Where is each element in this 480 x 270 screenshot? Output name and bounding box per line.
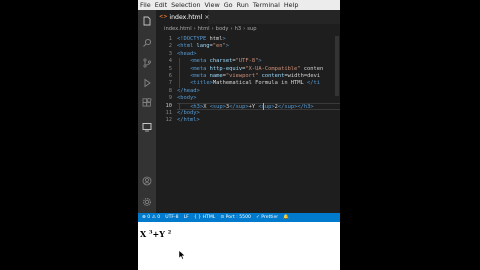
indent-guide — [179, 58, 180, 88]
code-line[interactable]: </head> — [177, 88, 200, 95]
tab-index-html[interactable]: <> index.html × — [156, 10, 209, 24]
status-language[interactable]: { } HTML — [194, 215, 216, 220]
menu-selection[interactable]: Selection — [171, 0, 200, 10]
tab-bar: <> index.html × — [156, 10, 340, 24]
breadcrumb: index.html › html › body › h3 › sup — [156, 24, 340, 34]
breadcrumb-sup[interactable]: sup — [247, 26, 256, 32]
line-number: 10 — [165, 102, 173, 109]
code-area[interactable]: <!DOCTYPE html> <html lang="en"> <head> <me… — [177, 34, 340, 213]
status-encoding[interactable]: UTF-8 — [165, 215, 178, 220]
settings-gear-icon[interactable] — [142, 197, 152, 207]
breadcrumb-separator: › — [211, 26, 214, 32]
breadcrumb-separator: › — [230, 26, 233, 32]
text-cursor — [263, 102, 264, 110]
code-line[interactable]: <title>Mathematical Formula in HTML </ti — [177, 80, 320, 87]
status-eol[interactable]: LF — [184, 215, 189, 220]
breadcrumb-body[interactable]: body — [216, 26, 229, 32]
line-number: 11 — [165, 110, 173, 116]
menu-file[interactable]: File — [140, 0, 151, 10]
menu-bar: File Edit Selection View Go Run Terminal… — [138, 0, 340, 10]
breadcrumb-separator: › — [243, 26, 246, 32]
breadcrumb-separator: › — [193, 26, 196, 32]
formula-plus-y: +Y — [152, 229, 165, 239]
indent-guide — [179, 102, 180, 110]
run-debug-icon[interactable] — [142, 78, 152, 88]
status-bar: ⊗ 0 ⚠ 0 UTF-8 LF { } HTML ⊙ Port : 5500 … — [138, 213, 340, 222]
code-line[interactable]: <body> — [177, 95, 196, 102]
breadcrumb-file[interactable]: index.html — [164, 26, 192, 32]
remote-icon[interactable] — [142, 122, 152, 132]
search-icon[interactable] — [142, 38, 152, 48]
html-file-icon: <> — [159, 14, 168, 20]
menu-view[interactable]: View — [205, 0, 220, 10]
editor-scrollbar[interactable] — [335, 36, 339, 96]
tab-label: index.html — [169, 13, 203, 21]
line-number: 3 — [168, 50, 172, 57]
code-line[interactable]: <meta charset="UTF-8"> — [177, 58, 261, 65]
code-line[interactable]: <html lang="en"> — [177, 43, 229, 50]
menu-edit[interactable]: Edit — [155, 0, 167, 10]
browser-preview: X 3+Y 2 — [138, 222, 340, 270]
breadcrumb-h3[interactable]: h3 — [235, 26, 242, 32]
line-number: 1 — [168, 36, 172, 42]
vscode-window: File Edit Selection View Go Run Terminal… — [138, 0, 340, 270]
mouse-pointer-icon — [178, 250, 186, 260]
code-line[interactable]: </html> — [177, 117, 200, 124]
line-number: 2 — [168, 43, 172, 50]
menu-terminal[interactable]: Terminal — [253, 0, 280, 10]
line-number: 12 — [165, 117, 173, 124]
code-line[interactable]: <meta name="viewport" content=width=devi — [177, 73, 320, 80]
status-prettier[interactable]: ✓ Prettier — [256, 215, 278, 220]
line-number: 9 — [168, 95, 172, 102]
bell-icon[interactable]: 🔔 — [283, 215, 289, 220]
code-line[interactable]: <!DOCTYPE html> — [177, 36, 226, 43]
menu-help[interactable]: Help — [284, 0, 299, 10]
account-icon[interactable] — [142, 176, 152, 186]
extensions-icon[interactable] — [142, 98, 152, 108]
formula-base-x: X — [140, 229, 147, 239]
rendered-formula: X 3+Y 2 — [140, 229, 171, 239]
code-editor[interactable]: 1 2 3 4 5 6 7 8 9 10 11 12 <!DOCTYPE html> <html lan… — [156, 34, 340, 213]
code-line[interactable]: </body> — [177, 110, 200, 117]
line-number: 4 — [168, 58, 172, 65]
line-number: 7 — [168, 80, 172, 87]
line-number: 5 — [168, 65, 172, 72]
status-live-server-port[interactable]: ⊙ Port : 5500 — [220, 215, 251, 220]
code-line[interactable]: <h3>X <sup>3</sup>+Y <sup>2</sup></h3> — [177, 102, 340, 110]
line-number-gutter: 1 2 3 4 5 6 7 8 9 10 11 12 — [156, 34, 176, 213]
line-number: 8 — [168, 87, 172, 94]
breadcrumb-html[interactable]: html — [198, 26, 210, 32]
activity-bar — [138, 10, 156, 213]
status-problems[interactable]: ⊗ 0 ⚠ 0 — [142, 215, 160, 220]
code-line[interactable]: <head> — [177, 51, 196, 58]
code-line[interactable]: <meta http-equiv="X-UA-Compatible" conte… — [177, 66, 323, 73]
menu-run[interactable]: Run — [237, 0, 249, 10]
close-icon[interactable]: × — [204, 14, 209, 21]
line-number: 6 — [168, 73, 172, 79]
source-control-icon[interactable] — [142, 58, 152, 68]
formula-exponent-2: 2 — [167, 229, 172, 236]
files-icon[interactable] — [142, 16, 152, 26]
menu-go[interactable]: Go — [224, 0, 233, 10]
